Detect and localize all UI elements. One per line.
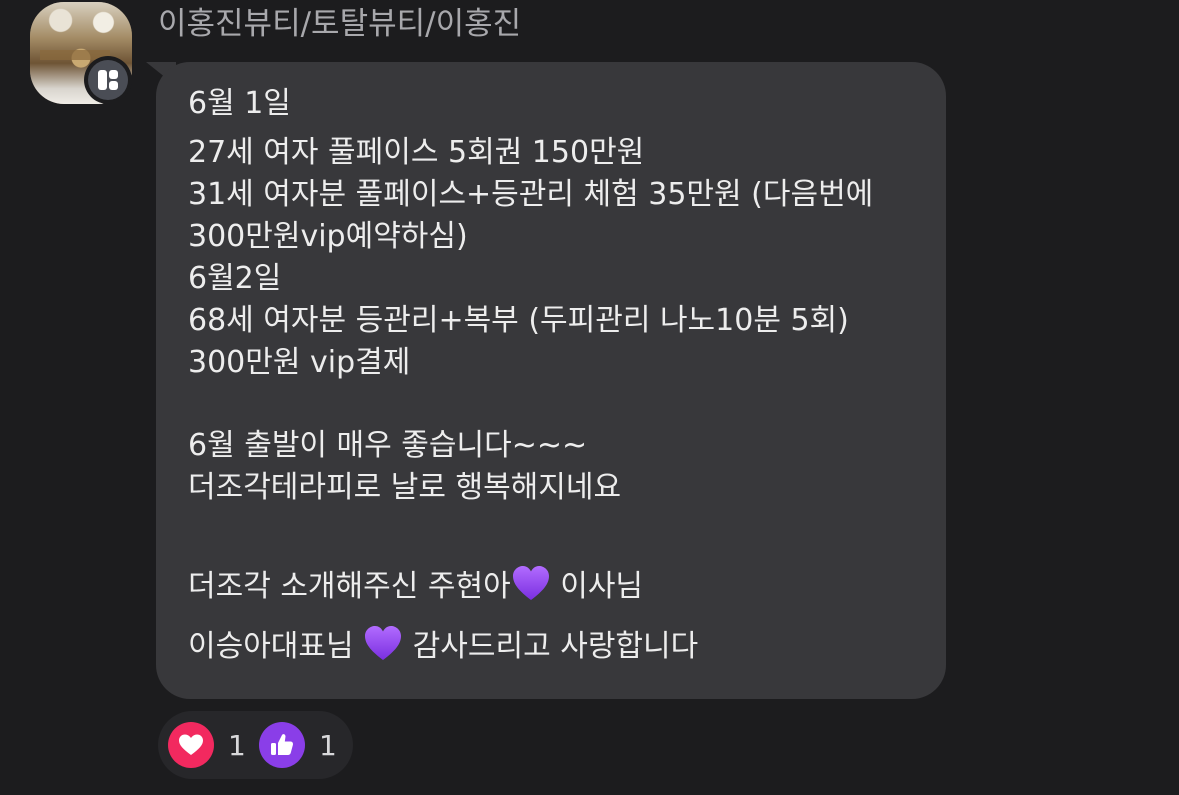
message-line: 300만원vip예약하심) bbox=[188, 219, 468, 254]
message-line-thanks: 이승아대표님 감사드리고 사랑합니다 bbox=[188, 624, 698, 668]
reaction-heart[interactable]: 1 bbox=[168, 722, 246, 768]
message-line: 6월 1일 bbox=[188, 86, 291, 121]
message-line: 300만원 vip결제 bbox=[188, 345, 411, 380]
thanks-text: 감사드리고 사랑합니다 bbox=[403, 629, 699, 664]
sender-name[interactable]: 이홍진뷰티/토탈뷰티/이홍진 bbox=[158, 4, 521, 44]
message-line: 68세 여자분 등관리+복부 (두피관리 나노10분 5회) bbox=[188, 303, 849, 338]
thumbs-up-icon bbox=[259, 722, 305, 768]
reaction-thumbs-up[interactable]: 1 bbox=[259, 722, 337, 768]
profile-badge bbox=[84, 56, 132, 104]
purple-heart-icon bbox=[365, 626, 402, 660]
reaction-count: 1 bbox=[228, 728, 246, 762]
channel-icon bbox=[88, 60, 128, 100]
reactions-bar: 1 1 bbox=[158, 711, 353, 779]
message-line: 27세 여자 풀페이스 5회권 150만원 bbox=[188, 135, 645, 170]
heart-icon bbox=[168, 722, 214, 768]
message-line: 31세 여자분 풀페이스+등관리 체험 35만원 (다음번에 bbox=[188, 177, 874, 212]
purple-heart-icon bbox=[512, 566, 549, 600]
message-line-thanks: 더조각 소개해주신 주현아 이사님 bbox=[188, 564, 643, 608]
message-line: 6월2일 bbox=[188, 261, 282, 296]
thanks-text: 이승아대표님 bbox=[188, 629, 364, 664]
message-line: 더조각테라피로 날로 행복해지네요 bbox=[188, 470, 622, 505]
chat-screen: 이홍진뷰티/토탈뷰티/이홍진 6월 1일 27세 여자 풀페이스 5회권 150… bbox=[0, 0, 1179, 795]
thanks-text: 더조각 소개해주신 주현아 bbox=[188, 569, 511, 604]
thanks-text: 이사님 bbox=[550, 569, 644, 604]
reaction-count: 1 bbox=[319, 728, 337, 762]
message-line: 6월 출발이 매우 좋습니다~~~ bbox=[188, 428, 588, 463]
